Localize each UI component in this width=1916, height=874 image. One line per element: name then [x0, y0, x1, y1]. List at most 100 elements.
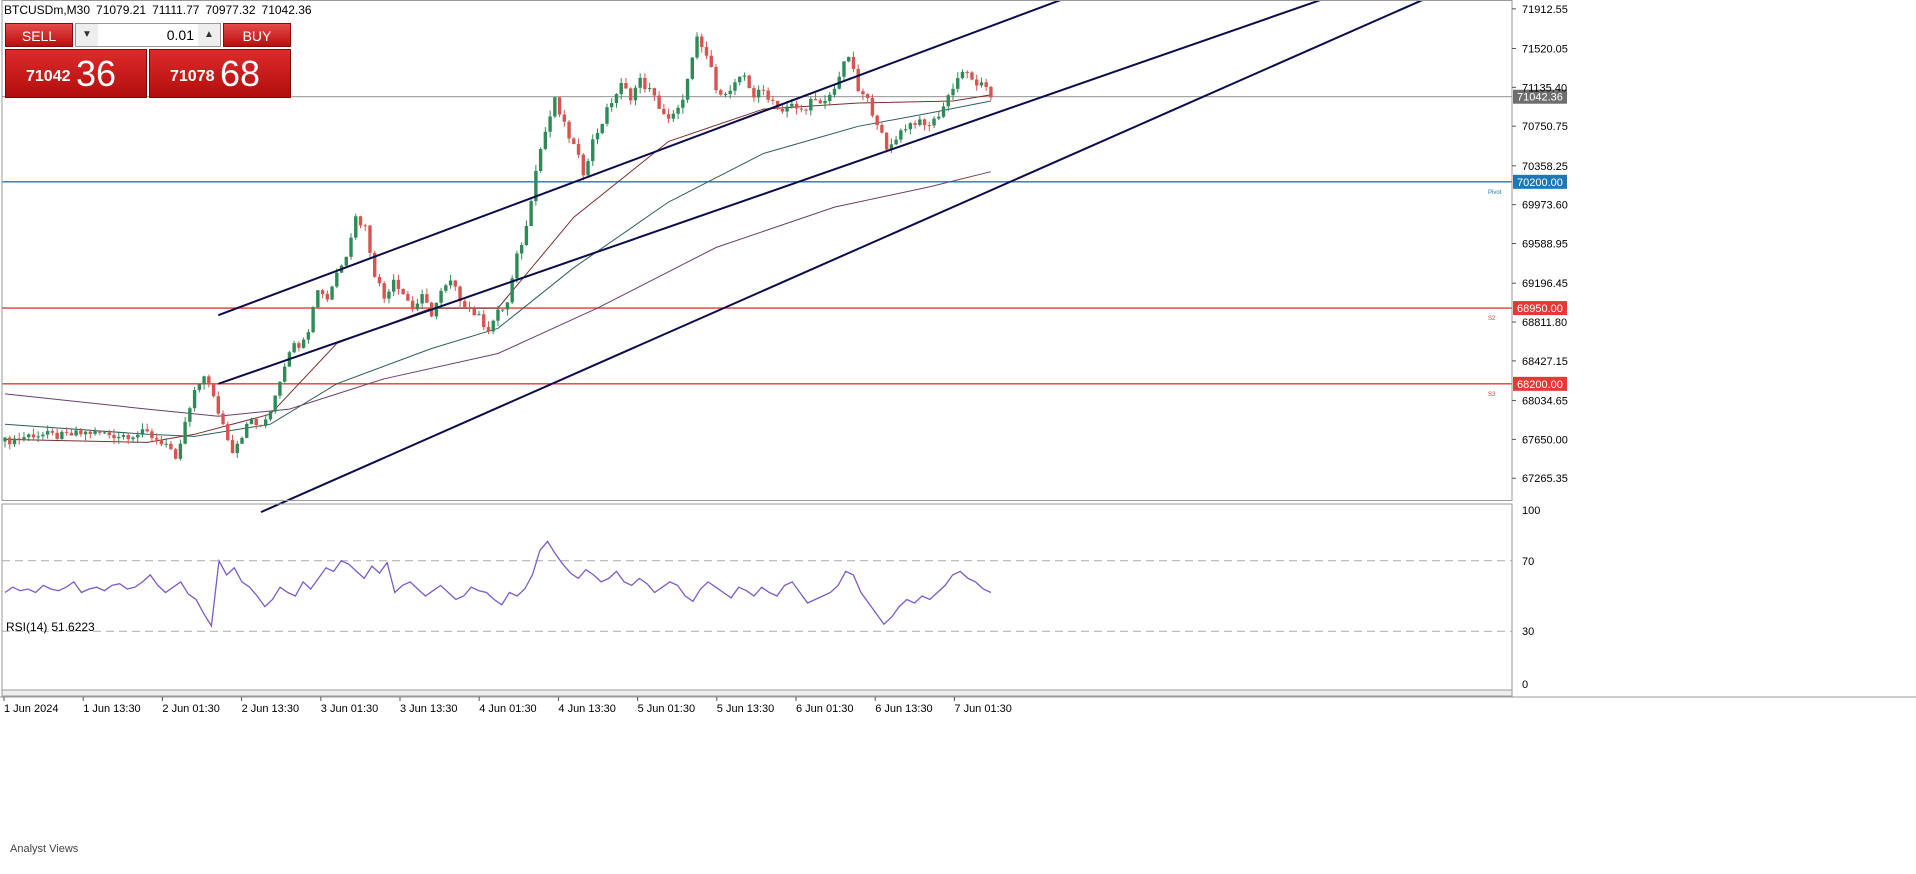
candle-body	[880, 125, 884, 133]
lot-size-value[interactable]: 0.01	[102, 24, 194, 46]
candle-body	[984, 82, 988, 88]
candle-body	[643, 77, 647, 90]
price-level-label: 70200.00	[1517, 177, 1563, 189]
candle-body	[861, 91, 865, 95]
candle-body	[472, 308, 476, 316]
candle-body	[790, 103, 794, 107]
candle-body	[27, 434, 31, 438]
candle-body	[652, 88, 657, 96]
caret-down-icon[interactable]: ▼	[76, 24, 98, 46]
candle-body	[723, 94, 728, 96]
rsi-indicator-label: RSI(14) 51.6223	[6, 620, 99, 634]
candle-body	[979, 82, 984, 86]
candle-body	[74, 430, 78, 436]
candle-body	[391, 279, 396, 292]
candle-body	[742, 75, 747, 77]
x-tick-label: 4 Jun 01:30	[479, 703, 537, 715]
candle-body	[150, 431, 154, 439]
candle-body	[264, 419, 268, 426]
candle-body	[178, 443, 183, 459]
moving-average-line	[4, 94, 991, 443]
candle-body	[169, 443, 173, 450]
sell-price-button[interactable]: 71042 36	[5, 49, 147, 98]
candle-body	[79, 430, 83, 435]
candle-body	[771, 99, 775, 101]
buy-button[interactable]: BUY	[223, 23, 291, 47]
x-tick-label: 3 Jun 13:30	[400, 703, 458, 715]
candle-body	[572, 138, 576, 145]
candle-body	[671, 113, 676, 119]
candle-body	[804, 109, 808, 111]
candle-body	[975, 79, 979, 86]
candle-body	[273, 395, 277, 412]
rsi-name: RSI(14)	[6, 620, 48, 634]
candle-body	[832, 88, 837, 95]
symbol-name: BTCUSDm,M30	[4, 3, 91, 17]
lot-size-input[interactable]: ▼ 0.01 ▲	[75, 23, 221, 47]
candle-body	[828, 94, 832, 102]
candle-body	[311, 307, 315, 333]
candle-body	[870, 98, 875, 116]
rsi-tick-label: 30	[1522, 626, 1534, 638]
y-tick-label: 71520.05	[1522, 43, 1568, 55]
candle-body	[681, 99, 685, 108]
buy-price-button[interactable]: 71078 68	[149, 49, 291, 98]
level-tag: Pivot	[1488, 190, 1502, 196]
candle-body	[562, 114, 567, 122]
candle-body	[102, 432, 107, 434]
candle-body	[491, 320, 495, 332]
candle-body	[884, 132, 889, 150]
candle-body	[780, 108, 785, 112]
rsi-tick-label: 100	[1522, 505, 1540, 517]
price-level-label: 68200.00	[1517, 379, 1563, 391]
trend-channel-line	[217, 0, 1324, 385]
candle-body	[856, 68, 860, 92]
candle-body	[453, 280, 457, 287]
candle-body	[8, 437, 12, 445]
candle-body	[486, 327, 491, 332]
candle-body	[183, 421, 187, 444]
candle-body	[799, 108, 804, 110]
trend-channel-line	[260, 0, 1426, 514]
candle-body	[591, 139, 595, 162]
candle-body	[676, 107, 680, 114]
candle-body	[382, 283, 386, 299]
x-tick-label: 1 Jun 13:30	[83, 703, 141, 715]
candle-body	[83, 431, 88, 435]
candle-body	[235, 443, 239, 454]
candle-body	[624, 83, 628, 89]
caret-up-icon[interactable]: ▲	[198, 24, 220, 46]
y-tick-label: 67265.35	[1522, 473, 1568, 485]
candle-body	[614, 94, 619, 104]
candle-body	[719, 90, 723, 95]
sell-price-pips: 36	[76, 53, 117, 94]
candle-body	[354, 216, 358, 238]
candle-body	[335, 272, 339, 287]
candle-body	[633, 87, 638, 101]
candle-body	[581, 154, 585, 176]
candle-body	[259, 425, 263, 427]
analyst-views-tab[interactable]: Analyst Views	[10, 843, 78, 855]
rsi-plot-frame	[1, 503, 1513, 691]
candle-body	[937, 116, 941, 119]
y-tick-label: 68427.15	[1522, 356, 1568, 368]
candle-body	[496, 309, 500, 321]
candle-body	[482, 314, 486, 328]
candle-body	[406, 294, 410, 301]
x-tick-label: 2 Jun 13:30	[242, 703, 300, 715]
candle-body	[714, 67, 718, 91]
sell-button[interactable]: SELL	[5, 23, 73, 47]
candle-body	[230, 440, 235, 454]
candle-body	[50, 431, 55, 433]
buy-price-main: 71078	[170, 68, 215, 85]
candle-body	[64, 431, 69, 433]
candle-body	[809, 98, 813, 111]
candle-body	[439, 290, 443, 303]
candle-body	[297, 343, 301, 348]
chart-canvas[interactable]: 71042.36 70200.00 Pivot 68950.00 S2 68200.00 S…	[0, 0, 1916, 874]
candle-body	[794, 103, 799, 109]
y-tick-label: 69973.60	[1522, 200, 1568, 212]
rsi-tick-label: 0	[1522, 679, 1528, 691]
x-tick-label: 5 Jun 01:30	[638, 703, 696, 715]
rsi-chart[interactable]	[2, 540, 1512, 632]
